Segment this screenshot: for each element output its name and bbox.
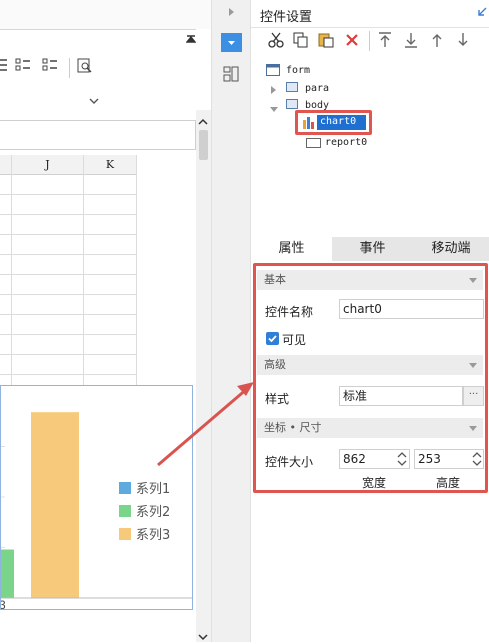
toolbar-separator (69, 58, 70, 78)
table-row[interactable] (0, 195, 137, 215)
table-row[interactable] (0, 295, 137, 315)
cut-icon[interactable] (268, 32, 284, 51)
legend-swatch-1 (119, 482, 131, 494)
chart-x-tick-label: 3 (1, 598, 6, 609)
spreadsheet-area: J K 3 系列1 系列2 系列3 (0, 0, 211, 642)
move-up-icon[interactable] (430, 32, 444, 51)
table-row[interactable] (0, 175, 137, 195)
annotation-arrow (157, 382, 254, 467)
section-basic[interactable]: 基本 (257, 270, 483, 290)
widget-settings-dock-button[interactable] (221, 33, 242, 52)
checklist-alt-icon[interactable] (42, 58, 58, 75)
checklist-icon[interactable] (15, 58, 31, 75)
paste-icon[interactable] (318, 32, 334, 51)
widget-name-field[interactable]: chart0 (339, 299, 484, 319)
cell-grid[interactable]: J K (0, 155, 137, 385)
formula-bar[interactable] (0, 120, 196, 150)
height-stepper[interactable] (471, 450, 483, 471)
delete-icon[interactable] (345, 33, 359, 50)
copy-icon[interactable] (293, 32, 309, 51)
chart-icon (303, 116, 317, 132)
side-dock (211, 0, 251, 642)
widget-tree: form para body chart0 report0 (251, 55, 489, 235)
style-field[interactable]: 标准 (339, 386, 463, 406)
scroll-up-icon[interactable] (198, 115, 208, 129)
table-row[interactable] (0, 355, 137, 375)
section-advanced[interactable]: 高级 (257, 355, 483, 375)
collapse-icon[interactable] (477, 6, 487, 20)
list-icon[interactable] (0, 58, 8, 75)
toolbar-divider (0, 29, 196, 30)
chevron-right-icon[interactable] (228, 6, 236, 20)
layout-icon[interactable] (223, 66, 239, 85)
legend-label-2: 系列2 (136, 505, 170, 520)
panel-title: 控件设置 (260, 10, 313, 25)
panel-toggle-icon[interactable] (185, 33, 197, 43)
tree-node-chart0-label: chart0 (320, 116, 357, 127)
column-header-k[interactable]: K (84, 155, 137, 175)
tree-node-chart0[interactable]: chart0 (317, 115, 366, 130)
legend-swatch-3 (119, 528, 131, 540)
tab-mobile[interactable]: 移动端 (413, 237, 489, 261)
legend-label-1: 系列1 (136, 482, 170, 497)
chevron-down-icon (469, 278, 477, 283)
table-row[interactable] (0, 315, 137, 335)
widget-size-label: 控件大小 (265, 455, 314, 469)
tab-events[interactable]: 事件 (332, 237, 413, 261)
table-row[interactable] (0, 255, 137, 275)
report-icon (306, 137, 321, 151)
chart-bar-2 (0, 549, 14, 598)
tree-node-para[interactable]: para (305, 83, 329, 94)
form-icon (266, 64, 280, 79)
tab-bar (0, 0, 211, 29)
move-bottom-icon[interactable] (404, 32, 418, 51)
chart-bar-3 (31, 412, 79, 598)
table-row[interactable] (0, 335, 137, 355)
move-down-icon[interactable] (456, 32, 470, 51)
grid-line (11, 155, 12, 385)
move-top-icon[interactable] (378, 32, 392, 51)
height-caption: 高度 (436, 476, 461, 490)
grid-line (136, 155, 137, 385)
table-row[interactable] (0, 215, 137, 235)
grid-line (83, 155, 84, 385)
chevron-down-icon (469, 426, 477, 431)
preview-icon[interactable] (77, 58, 93, 77)
width-caption: 宽度 (362, 476, 387, 490)
toolbar-separator (369, 31, 370, 51)
visible-checkbox[interactable] (266, 332, 279, 345)
legend-swatch-2 (119, 505, 131, 517)
table-row[interactable] (0, 235, 137, 255)
visible-label: 可见 (282, 333, 307, 347)
legend-label-3: 系列3 (136, 528, 170, 543)
collapse-node-icon[interactable] (270, 102, 278, 116)
expand-icon[interactable] (271, 83, 277, 97)
chevron-down-icon (469, 363, 477, 368)
tree-node-report0[interactable]: report0 (325, 137, 367, 148)
chevron-down-icon[interactable] (89, 95, 99, 109)
tab-properties[interactable]: 属性 (251, 237, 332, 261)
scrollbar-thumb[interactable] (199, 130, 208, 160)
tree-node-form[interactable]: form (286, 65, 310, 76)
section-basic-label: 基本 (264, 273, 286, 286)
style-label: 样式 (265, 392, 290, 406)
body-icon (286, 99, 298, 109)
widget-name-label: 控件名称 (265, 305, 314, 319)
style-more-button[interactable]: ··· (463, 386, 484, 406)
para-icon (286, 82, 298, 92)
section-coordinates[interactable]: 坐标 • 尺寸 (257, 418, 483, 438)
table-row[interactable] (0, 275, 137, 295)
column-header-j[interactable]: J (12, 155, 84, 175)
width-stepper[interactable] (396, 450, 408, 471)
section-advanced-label: 高级 (264, 358, 286, 371)
section-coordinates-label: 坐标 • 尺寸 (264, 421, 322, 434)
title-divider (251, 27, 489, 28)
